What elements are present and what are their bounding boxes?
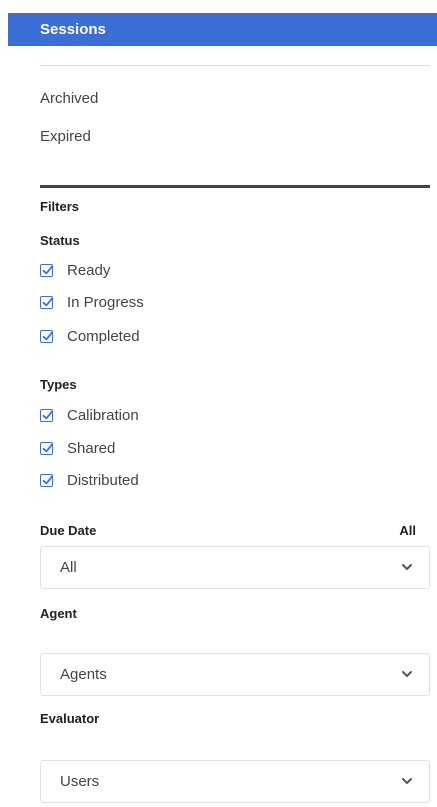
status-heading: Status [40,233,80,248]
chevron-down-icon [402,564,412,570]
due-date-summary: All [399,523,416,538]
chevron-down-icon [402,778,412,784]
evaluator-label: Evaluator [40,711,100,726]
checkbox-label: Distributed [67,471,139,489]
evaluator-select[interactable]: Users [40,760,430,803]
sessions-filter-panel: Sessions Archived Expired Filters Status… [0,0,437,807]
checkbox-label: In Progress [67,293,144,311]
checkbox-checked-icon[interactable] [40,473,53,487]
checkbox-checked-icon[interactable] [40,441,53,455]
type-option-shared[interactable]: Shared [40,438,115,458]
checkbox-checked-icon[interactable] [40,295,53,309]
checkbox-label: Ready [67,261,111,279]
status-option-in-progress[interactable]: In Progress [40,292,144,312]
checkbox-checked-icon[interactable] [40,263,53,277]
agent-label: Agent [40,606,77,621]
due-date-selected-value: All [60,559,77,576]
expired-link[interactable]: Expired [40,128,91,145]
checkbox-label: Shared [67,439,116,457]
checkbox-checked-icon[interactable] [40,408,53,422]
chevron-down-icon [402,671,412,677]
filters-title: Filters [40,199,80,214]
type-option-calibration[interactable]: Calibration [40,405,139,425]
agent-select[interactable]: Agents [40,653,430,696]
filters-divider [40,185,430,188]
checkbox-checked-icon[interactable] [40,329,53,343]
type-option-distributed[interactable]: Distributed [40,470,139,490]
checkbox-label: Completed [67,327,140,345]
status-option-ready[interactable]: Ready [40,260,110,280]
sessions-header[interactable]: Sessions [8,13,437,46]
due-date-select[interactable]: All [40,546,430,589]
evaluator-selected-value: Users [60,773,100,790]
divider [40,65,430,66]
status-option-completed[interactable]: Completed [40,326,140,346]
archived-link[interactable]: Archived [40,90,98,107]
types-heading: Types [40,377,77,392]
due-date-label: Due Date [40,523,97,538]
checkbox-label: Calibration [67,406,139,424]
agent-selected-value: Agents [60,666,107,683]
